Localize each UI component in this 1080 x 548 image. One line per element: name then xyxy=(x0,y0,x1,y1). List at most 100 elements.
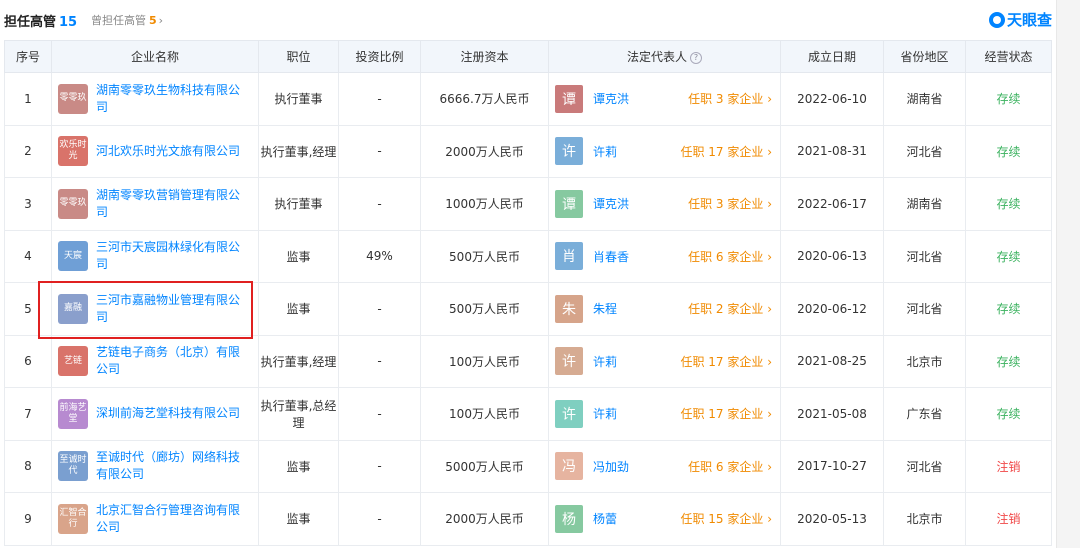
date-cell: 2020-06-13 xyxy=(780,229,884,283)
row-number: 2 xyxy=(4,124,52,178)
company-cell: 零零玖 湖南零零玖营销管理有限公司 xyxy=(51,177,259,231)
position-cell: 执行董事,经理 xyxy=(258,124,339,178)
legal-rep-cell: 肖肖春香 任职 6 家企业 › xyxy=(548,229,781,283)
company-logo: 前海艺堂 xyxy=(58,398,88,429)
status-badge: 存续 xyxy=(965,229,1052,283)
column-header-no: 序号 xyxy=(4,40,52,73)
capital-cell: 100万人民币 xyxy=(420,334,549,388)
avatar: 谭 xyxy=(555,189,583,218)
legal-rep-name-link[interactable]: 许莉 xyxy=(593,405,617,422)
company-name-link[interactable]: 至诚时代（廊坊）网络科技有限公司 xyxy=(96,449,246,483)
legal-rep-name-link[interactable]: 许莉 xyxy=(593,143,617,160)
legal-rep-name-link[interactable]: 朱程 xyxy=(593,300,617,317)
row-number: 8 xyxy=(4,439,52,493)
column-header-legal-rep-label: 法定代表人 xyxy=(626,50,687,64)
legal-rep-tenure-link[interactable]: 任职 2 家企业 › xyxy=(688,300,772,317)
company-name-link[interactable]: 湖南零零玖生物科技有限公司 xyxy=(96,82,246,116)
region-cell: 河北省 xyxy=(883,229,966,283)
legal-rep-tenure-link[interactable]: 任职 3 家企业 › xyxy=(688,195,772,212)
row-number: 9 xyxy=(4,492,52,546)
legal-rep-cell: 杨杨蕾 任职 15 家企业 › xyxy=(548,492,781,546)
avatar: 杨 xyxy=(555,504,583,533)
company-name-link[interactable]: 深圳前海艺堂科技有限公司 xyxy=(96,405,246,422)
row-number: 4 xyxy=(4,229,52,283)
status-badge: 存续 xyxy=(965,334,1052,388)
region-cell: 北京市 xyxy=(883,334,966,388)
position-cell: 监事 xyxy=(258,492,339,546)
company-cell: 艺链 艺链电子商务（北京）有限公司 xyxy=(51,334,259,388)
date-cell: 2020-05-13 xyxy=(780,492,884,546)
column-header-ratio: 投资比例 xyxy=(338,40,421,73)
row-number: 7 xyxy=(4,387,52,441)
company-cell: 前海艺堂 深圳前海艺堂科技有限公司 xyxy=(51,387,259,441)
column-header-status: 经营状态 xyxy=(965,40,1052,73)
position-cell: 执行董事 xyxy=(258,72,339,126)
capital-cell: 6666.7万人民币 xyxy=(420,72,549,126)
legal-rep-name-link[interactable]: 谭克洪 xyxy=(593,195,629,212)
table-row: 8 至诚时代 至诚时代（廊坊）网络科技有限公司 监事 -5000万人民币冯冯加劲 任职 6… xyxy=(4,439,1052,493)
company-name-link[interactable]: 湖南零零玖营销管理有限公司 xyxy=(96,187,246,221)
company-name-link[interactable]: 三河市嘉融物业管理有限公司 xyxy=(96,292,246,326)
legal-rep-tenure-link[interactable]: 任职 3 家企业 › xyxy=(688,90,772,107)
column-header-company: 企业名称 xyxy=(51,40,259,73)
status-badge: 注销 xyxy=(965,439,1052,493)
avatar: 许 xyxy=(555,347,583,376)
date-cell: 2021-05-08 xyxy=(780,387,884,441)
avatar: 冯 xyxy=(555,452,583,481)
position-cell: 监事 xyxy=(258,439,339,493)
legal-rep-cell: 朱朱程 任职 2 家企业 › xyxy=(548,282,781,336)
ratio-cell: - xyxy=(338,72,421,126)
company-logo: 艺链 xyxy=(58,346,88,377)
position-cell: 监事 xyxy=(258,229,339,283)
position-cell: 监事 xyxy=(258,282,339,336)
former-executives-link[interactable]: 曾担任高管 5 › xyxy=(91,12,163,28)
avatar: 朱 xyxy=(555,294,583,323)
column-header-date: 成立日期 xyxy=(780,40,884,73)
date-cell: 2021-08-31 xyxy=(780,124,884,178)
company-logo: 欢乐时光 xyxy=(58,136,88,167)
capital-cell: 5000万人民币 xyxy=(420,439,549,493)
company-name-link[interactable]: 艺链电子商务（北京）有限公司 xyxy=(96,344,246,378)
legal-rep-cell: 许许莉 任职 17 家企业 › xyxy=(548,124,781,178)
section-header: 担任高管 15 曾担任高管 5 › 天眼查 xyxy=(0,0,1060,38)
company-logo: 至诚时代 xyxy=(58,451,88,482)
company-logo: 天宸 xyxy=(58,241,88,272)
section-count: 15 xyxy=(59,15,78,30)
help-icon[interactable]: ? xyxy=(690,51,702,64)
legal-rep-name-link[interactable]: 肖春香 xyxy=(593,248,629,265)
legal-rep-name-link[interactable]: 谭克洪 xyxy=(593,90,629,107)
legal-rep-name-link[interactable]: 冯加劲 xyxy=(593,458,629,475)
row-number: 6 xyxy=(4,334,52,388)
company-name-link[interactable]: 河北欢乐时光文旅有限公司 xyxy=(96,143,246,160)
capital-cell: 500万人民币 xyxy=(420,229,549,283)
ratio-cell: - xyxy=(338,387,421,441)
scrollbar[interactable] xyxy=(1056,0,1080,548)
legal-rep-name-link[interactable]: 杨蕾 xyxy=(593,510,617,527)
company-name-link[interactable]: 北京汇智合行管理咨询有限公司 xyxy=(96,502,246,536)
table-row: 1 零零玖 湖南零零玖生物科技有限公司 执行董事 -6666.7万人民币谭谭克洪 任职 3… xyxy=(4,72,1052,126)
brand-logo: 天眼查 xyxy=(988,9,1052,30)
company-logo: 汇智合行 xyxy=(58,503,88,534)
legal-rep-name-link[interactable]: 许莉 xyxy=(593,353,617,370)
former-executives-count: 5 xyxy=(149,14,157,27)
position-cell: 执行董事 xyxy=(258,177,339,231)
ratio-cell: - xyxy=(338,439,421,493)
legal-rep-tenure-link[interactable]: 任职 6 家企业 › xyxy=(688,458,772,475)
company-cell: 嘉融 三河市嘉融物业管理有限公司 xyxy=(51,282,259,336)
legal-rep-tenure-link[interactable]: 任职 15 家企业 › xyxy=(680,510,772,527)
legal-rep-cell: 谭谭克洪 任职 3 家企业 › xyxy=(548,72,781,126)
region-cell: 北京市 xyxy=(883,492,966,546)
ratio-cell: 49% xyxy=(338,229,421,283)
status-badge: 存续 xyxy=(965,177,1052,231)
legal-rep-tenure-link[interactable]: 任职 17 家企业 › xyxy=(680,143,772,160)
region-cell: 河北省 xyxy=(883,439,966,493)
table-row: 5 嘉融 三河市嘉融物业管理有限公司 监事 -500万人民币朱朱程 任职 2 家企业 › 2… xyxy=(4,282,1052,336)
legal-rep-tenure-link[interactable]: 任职 17 家企业 › xyxy=(680,353,772,370)
company-cell: 天宸 三河市天宸园林绿化有限公司 xyxy=(51,229,259,283)
company-name-link[interactable]: 三河市天宸园林绿化有限公司 xyxy=(96,239,246,273)
company-cell: 零零玖 湖南零零玖生物科技有限公司 xyxy=(51,72,259,126)
legal-rep-cell: 冯冯加劲 任职 6 家企业 › xyxy=(548,439,781,493)
legal-rep-tenure-link[interactable]: 任职 6 家企业 › xyxy=(688,248,772,265)
date-cell: 2022-06-17 xyxy=(780,177,884,231)
legal-rep-tenure-link[interactable]: 任职 17 家企业 › xyxy=(680,405,772,422)
